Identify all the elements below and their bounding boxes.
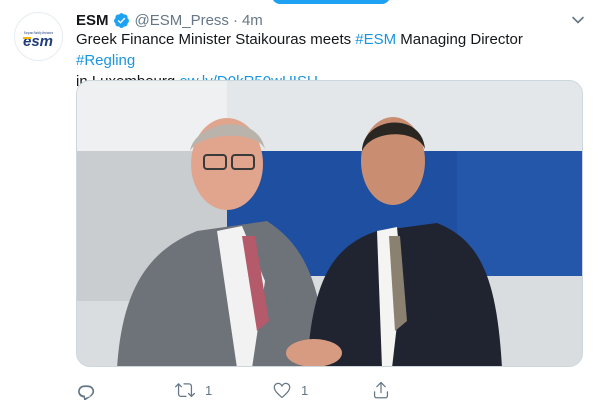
tweet-text-segment: Managing Director — [396, 31, 523, 48]
photo-two-men-handshake — [77, 81, 582, 366]
like-count: 1 — [301, 382, 309, 398]
author-handle[interactable]: @ESM_Press — [135, 12, 229, 29]
reply-button[interactable] — [76, 379, 105, 401]
hashtag-esm[interactable]: #ESM — [355, 31, 396, 48]
esm-logo-text: esm — [23, 33, 53, 50]
verified-badge-icon — [113, 12, 129, 28]
retweet-button[interactable]: 1 — [174, 379, 212, 401]
reply-icon — [78, 385, 95, 400]
chevron-down-icon[interactable] — [571, 13, 585, 27]
tweet-actions: 1 1 — [76, 379, 496, 401]
share-icon — [373, 381, 389, 399]
tweet[interactable]: European Stability Mechanism esm ESM @ES… — [0, 0, 597, 411]
hashtag-regling[interactable]: #Regling — [76, 52, 135, 69]
like-icon — [273, 382, 291, 399]
retweet-count: 1 — [205, 382, 213, 398]
retweet-icon — [175, 383, 195, 398]
author-name[interactable]: ESM — [76, 12, 109, 29]
tweet-photo[interactable] — [76, 80, 583, 367]
avatar[interactable]: European Stability Mechanism esm — [14, 12, 63, 61]
tweet-timestamp[interactable]: 4m — [242, 12, 263, 29]
like-button[interactable]: 1 — [272, 379, 308, 401]
tweet-text-segment: Greek Finance Minister Staikouras meets — [76, 31, 356, 48]
share-button[interactable] — [371, 379, 391, 401]
header-separator: · — [232, 11, 238, 29]
esm-logo: European Stability Mechanism esm — [23, 30, 53, 50]
top-banner-fragment — [272, 0, 390, 4]
esm-logo-accent — [23, 37, 31, 39]
tweet-header: ESM @ESM_Press · 4m — [76, 10, 263, 30]
